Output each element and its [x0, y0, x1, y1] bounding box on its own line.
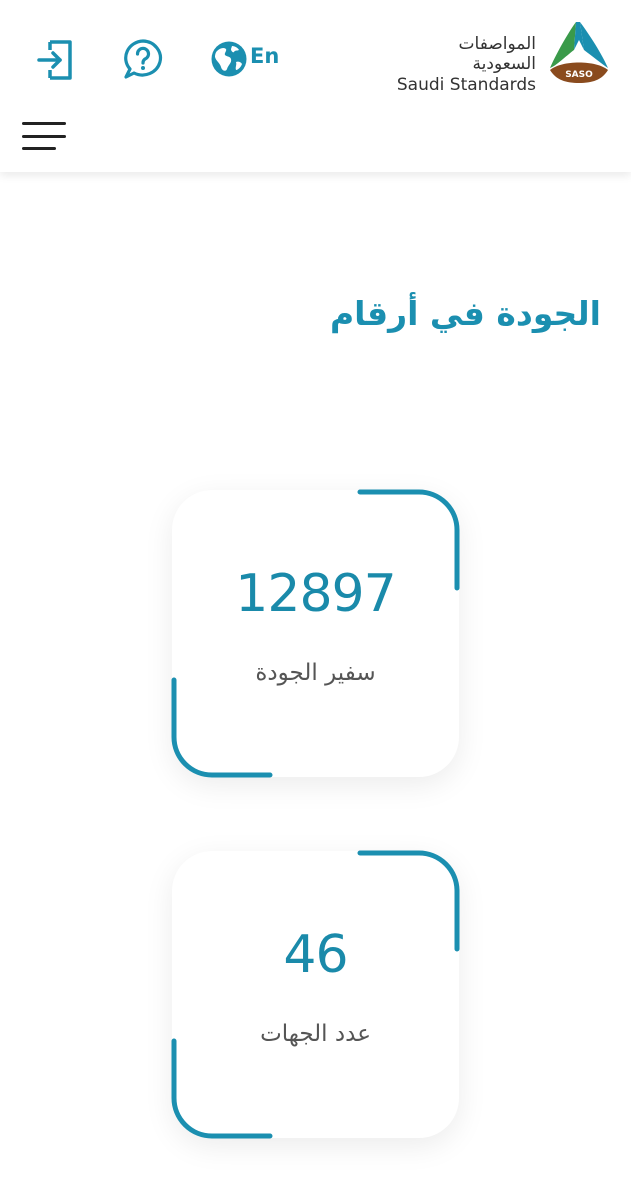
saso-logo[interactable]: المواصفات السعودية Saudi Standards SASO	[390, 20, 612, 95]
stat-value: 46	[283, 925, 348, 985]
top-header: En المواصفات السعودية Saudi Standards SA…	[0, 0, 631, 172]
help-chat-icon[interactable]	[122, 38, 164, 80]
hamburger-menu-icon[interactable]	[22, 122, 68, 150]
stat-card-quality-ambassadors: 12897 سفير الجودة	[171, 489, 460, 778]
logo-text: المواصفات السعودية Saudi Standards	[390, 34, 536, 96]
logo-english-name: Saudi Standards	[396, 75, 536, 95]
globe-icon	[210, 40, 248, 78]
logo-arabic-name: المواصفات السعودية	[458, 34, 536, 74]
language-toggle[interactable]: En	[210, 38, 279, 80]
language-label: En	[250, 44, 280, 68]
logo-badge-text: SASO	[565, 70, 593, 80]
section-title: الجودة في أرقام	[329, 294, 601, 333]
login-icon[interactable]	[36, 36, 78, 84]
stat-label: عدد الجهات	[260, 1021, 371, 1047]
card-corner-accent	[171, 489, 460, 778]
saso-logo-mark-icon: SASO	[550, 22, 608, 83]
stat-value: 12897	[235, 564, 396, 624]
stat-card-entities-count: 46 عدد الجهات	[171, 850, 460, 1139]
stat-label: سفير الجودة	[255, 660, 376, 686]
card-corner-accent	[171, 850, 460, 1139]
